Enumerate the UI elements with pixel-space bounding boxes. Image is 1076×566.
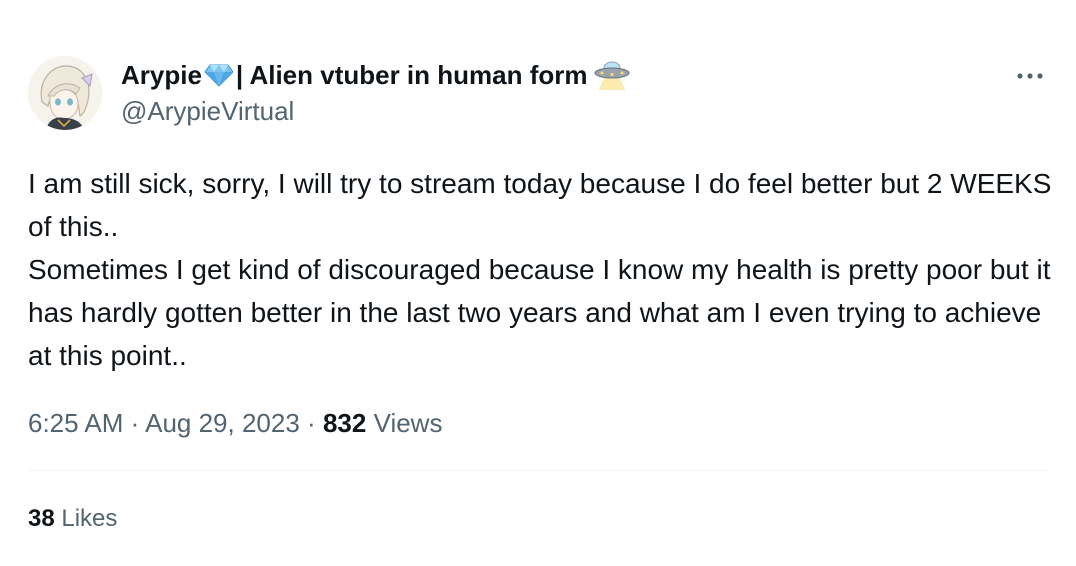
likes-link[interactable]: 38 Likes (28, 502, 117, 536)
previous-content-fragment (150, 0, 210, 4)
divider (28, 470, 1048, 471)
author-names: Arypie | Alien vtuber in human form @Ary… (121, 58, 631, 128)
tweet-text: I am still sick, sorry, I will try to st… (28, 162, 1058, 377)
likes-label: Likes (61, 505, 118, 532)
gem-icon (204, 64, 234, 87)
tweet-paragraph-2: Sometimes I get kind of discouraged beca… (28, 254, 1051, 371)
tweet-time[interactable]: 6:25 AM (28, 408, 123, 438)
display-name-suffix: | Alien vtuber in human form (235, 60, 588, 90)
avatar[interactable] (28, 56, 102, 130)
display-name[interactable]: Arypie | Alien vtuber in human form (121, 58, 631, 92)
views-label: Views (373, 408, 443, 438)
ufo-icon (594, 61, 630, 90)
more-options-button[interactable] (1014, 60, 1046, 92)
meta-separator: · (130, 408, 140, 438)
author-handle[interactable]: @ArypieVirtual (121, 94, 631, 128)
tweet-meta: 6:25 AM · Aug 29, 2023 · 832 Views (28, 405, 442, 441)
avatar-image (28, 56, 102, 130)
likes-count: 38 (28, 505, 55, 532)
tweet-date[interactable]: Aug 29, 2023 (145, 408, 300, 438)
tweet-header: Arypie | Alien vtuber in human form @Ary… (28, 56, 1048, 132)
more-horizontal-icon (1017, 73, 1043, 79)
display-name-prefix: Arypie (121, 60, 202, 90)
meta-separator: · (307, 408, 316, 438)
tweet-paragraph-1: I am still sick, sorry, I will try to st… (28, 168, 1052, 242)
views-count: 832 (322, 408, 367, 438)
